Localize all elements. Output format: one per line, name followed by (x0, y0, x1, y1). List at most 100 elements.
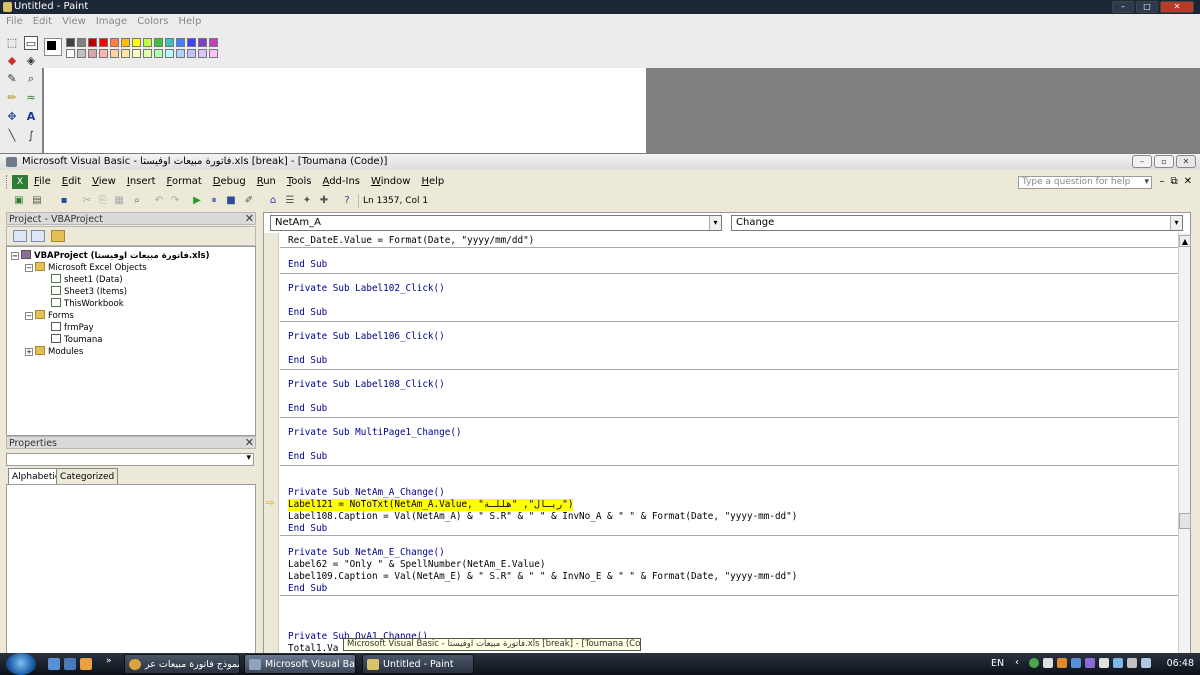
properties-window-icon[interactable]: ☰ (283, 194, 297, 208)
tree-excel-objects[interactable]: − Microsoft Excel Objects (25, 262, 147, 274)
code-line[interactable]: Rec_DateE.Value = Format(Date, "yyyy/mm/… (288, 235, 534, 247)
palette-swatch[interactable] (99, 38, 108, 47)
palette-swatch[interactable] (132, 38, 141, 47)
design-mode-icon[interactable]: ✐ (242, 194, 256, 208)
tree-frmpay[interactable]: frmPay (51, 322, 94, 334)
expand-icon[interactable]: + (25, 348, 33, 356)
scroll-up-icon[interactable]: ▲ (1179, 235, 1191, 247)
code-line[interactable]: Private Sub Label108_Click() (288, 379, 445, 391)
palette-swatch[interactable] (198, 38, 207, 47)
menu-run[interactable]: Run (257, 173, 276, 191)
paint-minimize-button[interactable]: – (1112, 1, 1134, 13)
paint-menu-colors[interactable]: Colors (137, 14, 168, 30)
code-line[interactable]: Label108.Caption = Val(NetAm_A) & " S.R"… (288, 511, 797, 523)
vb-minimize-button[interactable]: – (1132, 155, 1152, 168)
tray-app-icon[interactable] (1057, 658, 1067, 668)
menu-debug[interactable]: Debug (213, 173, 246, 191)
paint-menu-file[interactable]: File (6, 14, 23, 30)
code-line[interactable]: End Sub (288, 523, 327, 535)
code-line[interactable]: Private Sub Label106_Click() (288, 331, 445, 343)
clock[interactable]: 06:48 (1167, 658, 1194, 669)
menu-format[interactable]: Format (167, 173, 202, 191)
code-line[interactable]: Private Sub NetAm_A_Change() (288, 487, 445, 499)
palette-swatch[interactable] (209, 49, 218, 58)
taskbar-button-chrome[interactable]: نموذج فاتورة مبيعات عر... (124, 654, 240, 674)
code-line[interactable]: End Sub (288, 355, 327, 367)
object-combo[interactable]: NetAm_A ▾ (270, 215, 722, 231)
palette-swatch[interactable] (154, 38, 163, 47)
tray-expand-icon[interactable]: ‹ (1015, 657, 1019, 668)
volume-icon[interactable] (1127, 658, 1137, 668)
eraser-icon[interactable]: ◆ (5, 54, 19, 68)
palette-swatch[interactable] (66, 38, 75, 47)
collapse-icon[interactable]: − (11, 252, 19, 260)
pencil-icon[interactable]: ✏ (5, 91, 19, 105)
code-line[interactable]: Private Sub Label102_Click() (288, 283, 445, 295)
media-player-icon[interactable] (80, 658, 92, 670)
run-icon[interactable]: ▶ (190, 194, 204, 208)
menu-help[interactable]: Help (421, 173, 444, 191)
mdi-close-icon[interactable]: ✕ (1184, 176, 1192, 187)
palette-swatch[interactable] (99, 49, 108, 58)
line-icon[interactable]: ╲ (5, 129, 19, 143)
code-line[interactable]: End Sub (288, 307, 327, 319)
project-pane-close-icon[interactable]: ✕ (245, 212, 254, 225)
palette-swatch[interactable] (176, 38, 185, 47)
taskbar-button-vb[interactable]: Microsoft Visual Bas... (244, 654, 356, 674)
palette-swatch[interactable] (165, 49, 174, 58)
color-picker-icon[interactable]: ✎ (5, 72, 19, 86)
tray-app-icon[interactable] (1029, 658, 1039, 668)
properties-pane-close-icon[interactable]: ✕ (245, 436, 254, 449)
paint-menu-image[interactable]: Image (96, 14, 127, 30)
insert-userform-icon[interactable]: ▤ (30, 194, 44, 208)
palette-swatch[interactable] (209, 38, 218, 47)
view-code-icon[interactable] (13, 230, 27, 242)
tree-sheet1[interactable]: sheet1 (Data) (51, 274, 123, 286)
network-icon[interactable] (1113, 658, 1123, 668)
paint-menu-help[interactable]: Help (179, 14, 202, 30)
menu-insert[interactable]: Insert (127, 173, 156, 191)
properties-grid[interactable] (6, 484, 256, 654)
tree-sheet3[interactable]: Sheet3 (Items) (51, 286, 127, 298)
airbrush-icon[interactable]: ✥ (5, 110, 19, 124)
palette-swatch[interactable] (110, 49, 119, 58)
tray-app-icon[interactable] (1043, 658, 1053, 668)
palette-swatch[interactable] (154, 49, 163, 58)
text-tool-icon[interactable]: A (24, 110, 38, 124)
tray-app-icon[interactable] (1099, 658, 1109, 668)
palette-swatch[interactable] (187, 38, 196, 47)
copy-icon[interactable]: ⎘ (96, 194, 110, 208)
rect-select-icon[interactable]: ▭ (24, 36, 38, 50)
tree-thisworkbook[interactable]: ThisWorkbook (51, 298, 124, 310)
palette-swatch[interactable] (110, 38, 119, 47)
toggle-folders-icon[interactable] (51, 230, 65, 242)
break-icon[interactable]: ⏸ (207, 194, 221, 208)
menu-file[interactable]: File (34, 173, 51, 191)
project-explorer-icon[interactable]: ⌂ (266, 194, 280, 208)
start-button[interactable] (6, 653, 36, 675)
palette-swatch[interactable] (88, 38, 97, 47)
tab-categorized[interactable]: Categorized (56, 468, 119, 484)
menu-view[interactable]: View (92, 173, 116, 191)
menu-window[interactable]: Window (371, 173, 410, 191)
undo-icon[interactable]: ↶ (152, 194, 166, 208)
palette-swatch[interactable] (121, 38, 130, 47)
quicklaunch-overflow-icon[interactable]: » (106, 656, 112, 666)
palette-swatch[interactable] (132, 49, 141, 58)
paint-canvas[interactable] (44, 68, 646, 155)
cut-icon[interactable]: ✂ (80, 194, 94, 208)
chevron-down-icon[interactable]: ▾ (1170, 216, 1182, 230)
code-line[interactable]: Private Sub NetAm_E_Change() (288, 547, 445, 559)
save-icon[interactable]: ▪ (57, 194, 71, 208)
code-line[interactable]: End Sub (288, 403, 327, 415)
current-colors[interactable] (44, 38, 62, 56)
toolbox-icon[interactable]: ✚ (317, 194, 331, 208)
palette-swatch[interactable] (187, 49, 196, 58)
vb-restore-button[interactable]: ▫ (1154, 155, 1174, 168)
fill-icon[interactable]: ◈ (24, 54, 38, 68)
chevron-down-icon[interactable]: ▾ (709, 216, 721, 230)
code-vertical-scrollbar[interactable]: ▲ (1178, 233, 1191, 655)
language-indicator[interactable]: EN (991, 658, 1004, 669)
paint-close-button[interactable]: ✕ (1160, 1, 1194, 13)
find-icon[interactable]: ⌕ (130, 194, 144, 208)
